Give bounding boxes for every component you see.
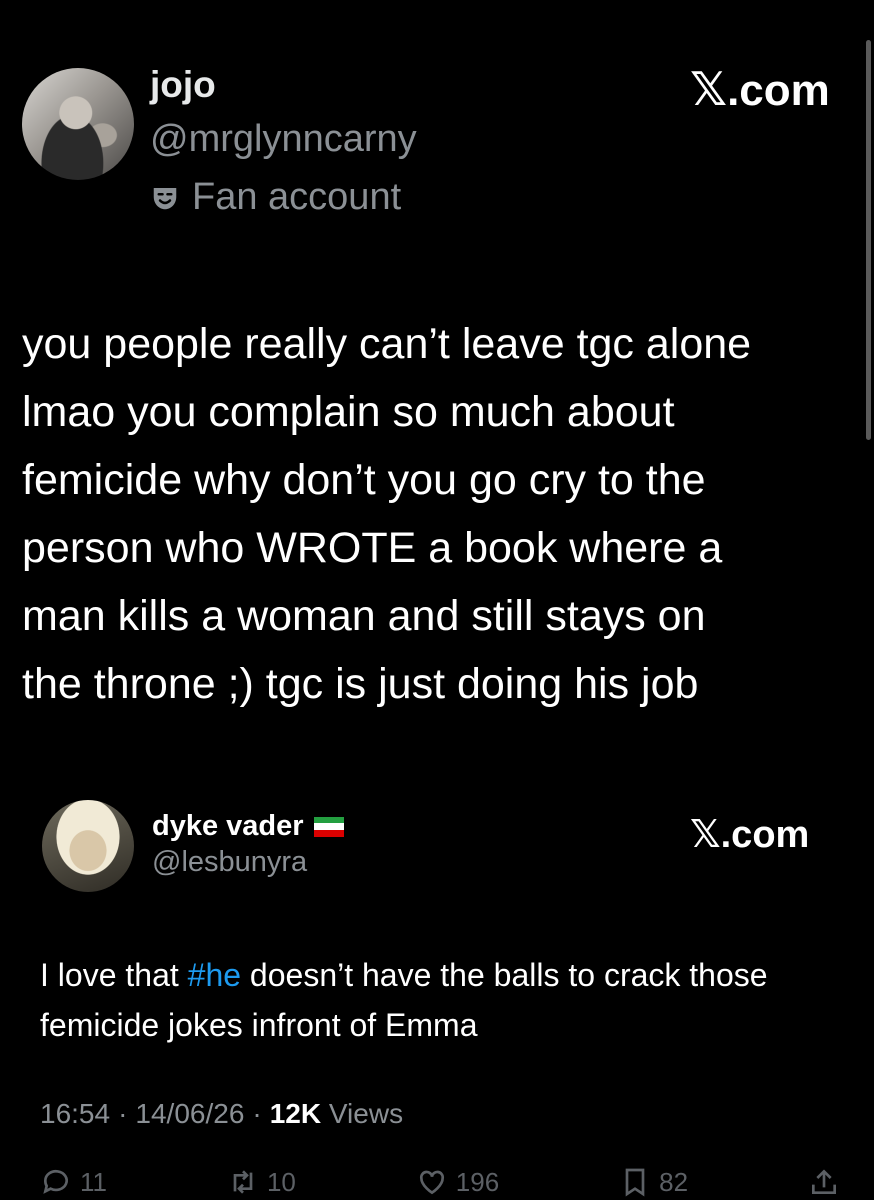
account-label-row: Fan account [150, 176, 401, 219]
flag-icon [313, 816, 344, 837]
action-bar: 11 10 196 82 [40, 1166, 840, 1198]
flag-stripe-bottom [313, 829, 344, 837]
quoted-author-avatar[interactable] [42, 800, 134, 892]
reply-button[interactable]: 11 [40, 1166, 107, 1198]
share-button[interactable] [808, 1166, 840, 1198]
author-handle[interactable]: @mrglynncarny [150, 118, 417, 161]
tweet-date[interactable]: 14/06/26 [135, 1098, 244, 1130]
flag-stripe-middle [313, 823, 344, 830]
account-label: Fan account [192, 176, 402, 218]
tweet-meta: 16:54 · 14/06/26 · 12K Views [40, 1098, 403, 1130]
watermark-suffix: .com [720, 814, 810, 856]
reply-icon [43, 1169, 68, 1194]
author-name[interactable]: jojo [150, 64, 216, 106]
meta-separator: · [252, 1098, 262, 1129]
bookmark-icon [625, 1168, 645, 1197]
repost-button[interactable]: 10 [227, 1166, 296, 1198]
like-button[interactable]: 196 [416, 1166, 499, 1198]
x-com-watermark: 𝕏.com [690, 62, 830, 116]
quoted-author-name-row[interactable]: dyke vader [152, 810, 344, 843]
tweet-text: you people really can’t leave tgc alone … [22, 320, 752, 708]
flag-stripe-top [313, 816, 344, 824]
quoted-text-before: I love that [40, 957, 188, 993]
watermark-suffix: .com [727, 66, 830, 115]
share-icon [811, 1169, 836, 1194]
repost-count: 10 [266, 1166, 296, 1197]
views-label: Views [328, 1098, 404, 1129]
views: 12K Views [270, 1098, 403, 1130]
x-logo-icon: 𝕏 [690, 63, 728, 115]
quoted-author-handle[interactable]: @lesbunyra [152, 846, 307, 879]
quoted-tweet-text: I love that #he doesn’t have the balls t… [40, 950, 840, 1050]
theater-mask-icon [153, 187, 177, 209]
meta-separator: · [118, 1098, 128, 1129]
like-count: 196 [455, 1166, 500, 1197]
views-count: 12K [269, 1098, 322, 1129]
bookmark-count: 82 [659, 1166, 689, 1197]
bookmark-button[interactable]: 82 [619, 1166, 688, 1198]
author-avatar[interactable] [22, 68, 134, 180]
tweet-time[interactable]: 16:54 [40, 1098, 110, 1130]
x-com-watermark-quoted: 𝕏.com [690, 812, 809, 857]
heart-icon [419, 1170, 444, 1195]
hashtag-link[interactable]: #he [188, 957, 241, 993]
repost-icon [233, 1170, 253, 1194]
x-logo-icon: 𝕏 [690, 814, 721, 856]
reply-count: 11 [80, 1166, 107, 1197]
quoted-author-name[interactable]: dyke vader [152, 810, 304, 843]
